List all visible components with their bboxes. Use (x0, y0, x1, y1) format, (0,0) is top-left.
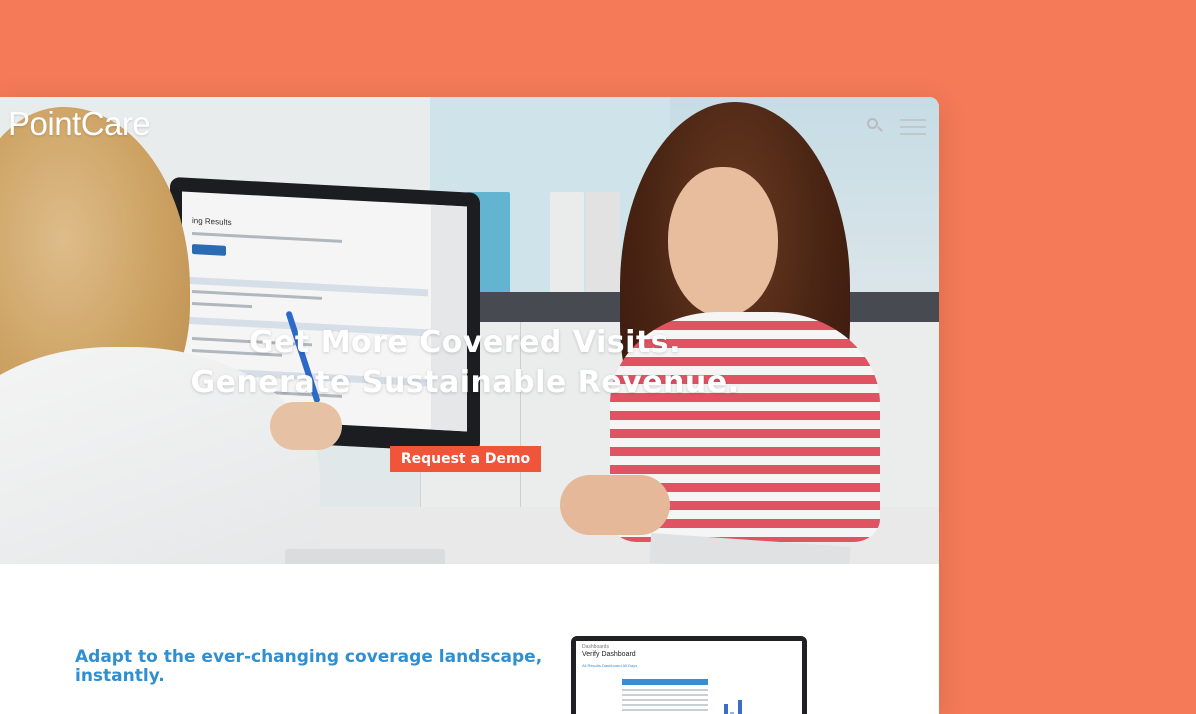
dashboard-laptop-image: Dashboards Verify Dashboard All Results … (571, 636, 807, 714)
website-window: ing Results PointCare Get More Covered V… (0, 97, 939, 714)
verify-dashboard-screen: Dashboards Verify Dashboard All Results … (576, 641, 802, 714)
section-heading: Adapt to the ever-changing coverage land… (75, 647, 543, 686)
request-demo-button[interactable]: Request a Demo (390, 446, 541, 472)
hero-banner: ing Results PointCare Get More Covered V… (0, 97, 939, 564)
features-section: Adapt to the ever-changing coverage land… (0, 564, 939, 714)
hamburger-menu-icon[interactable] (900, 117, 926, 135)
search-icon[interactable] (866, 117, 884, 135)
pointcare-logo[interactable]: PointCare (8, 105, 151, 143)
hero-headline-line2: Generate Sustainable Revenue. (190, 365, 740, 400)
mini-bar-chart (722, 691, 762, 714)
hero-headline-line1: Get More Covered Visits. (248, 325, 682, 360)
